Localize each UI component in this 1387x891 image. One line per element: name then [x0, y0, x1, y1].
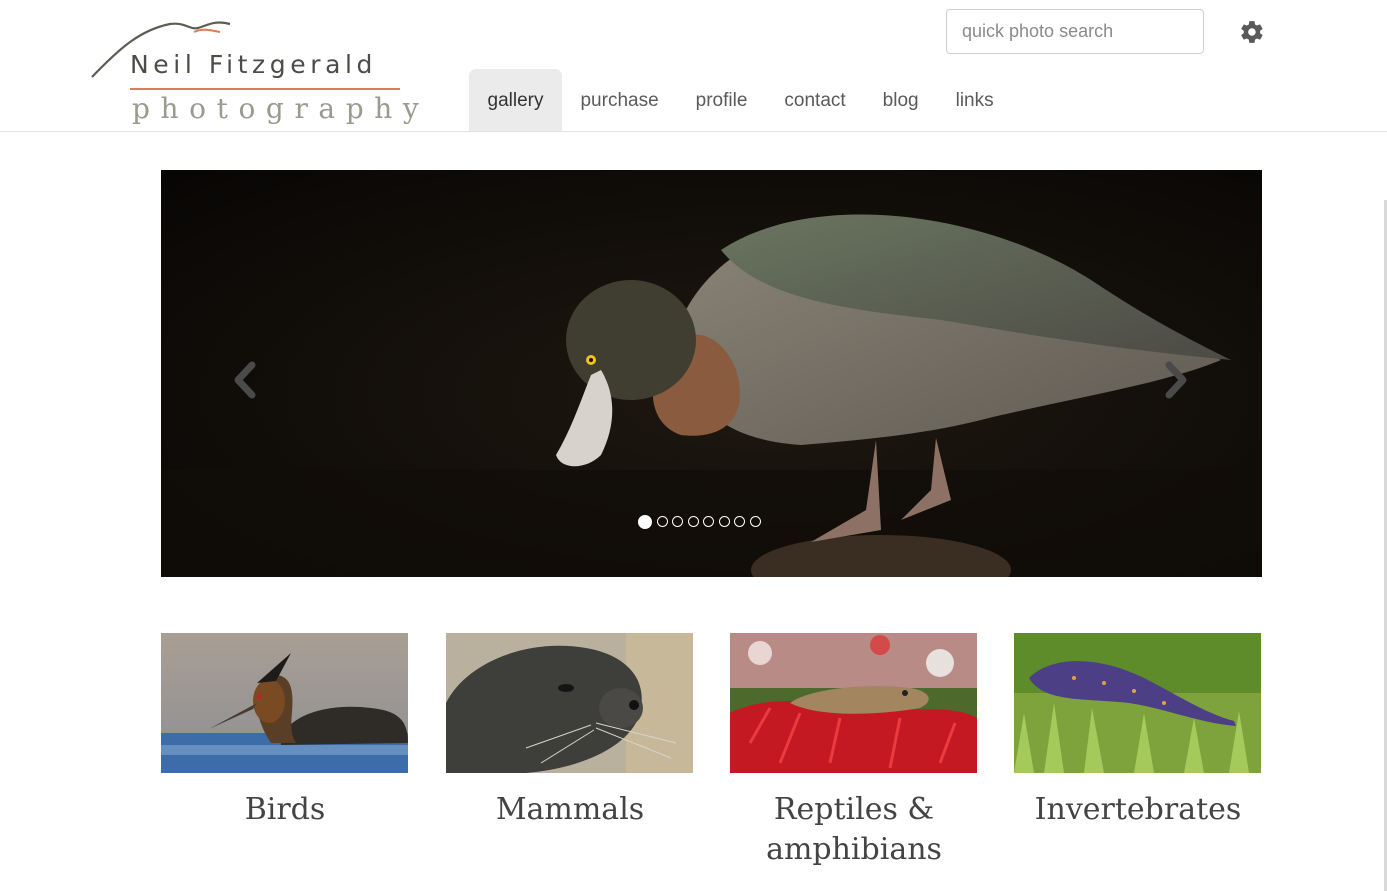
invertebrates-photo [1014, 633, 1261, 773]
hero-carousel[interactable] [161, 170, 1262, 577]
reptiles-photo [730, 633, 977, 773]
main-nav: gallery purchase profile contact blog li… [469, 69, 1012, 131]
carousel-dot-8[interactable] [749, 516, 761, 527]
mammals-photo [446, 633, 693, 773]
nav-contact[interactable]: contact [766, 69, 864, 131]
nav-gallery[interactable]: gallery [469, 69, 562, 131]
carousel-dot-5[interactable] [703, 516, 714, 527]
birds-photo [161, 633, 408, 773]
quick-search-input[interactable] [946, 9, 1204, 54]
logo-name: Neil Fitzgerald [130, 50, 378, 79]
nav-profile[interactable]: profile [677, 69, 766, 131]
category-label-invertebrates[interactable]: Invertebrates [1008, 790, 1268, 830]
carousel-indicators [638, 514, 761, 529]
chevron-right-icon[interactable] [1155, 355, 1195, 405]
carousel-dot-2[interactable] [656, 516, 668, 527]
carousel-dot-6[interactable] [718, 516, 730, 527]
category-label-birds[interactable]: Birds [155, 790, 415, 830]
carousel-dot-1[interactable] [638, 514, 652, 529]
category-label-mammals[interactable]: Mammals [440, 790, 700, 830]
category-label-reptiles-amphibians[interactable]: Reptiles & amphibians [724, 790, 984, 870]
chevron-left-icon[interactable] [226, 355, 266, 405]
logo-divider [130, 88, 400, 90]
nav-links[interactable]: links [937, 69, 1012, 131]
carousel-dot-7[interactable] [734, 516, 745, 527]
category-thumb-invertebrates[interactable] [1014, 633, 1261, 773]
category-thumb-reptiles[interactable] [730, 633, 977, 773]
category-thumb-birds[interactable] [161, 633, 408, 773]
nav-purchase[interactable]: purchase [562, 69, 677, 131]
nav-blog[interactable]: blog [864, 69, 937, 131]
gear-icon[interactable] [1239, 19, 1265, 45]
site-logo[interactable]: Neil Fitzgerald photography [90, 18, 419, 128]
category-thumb-mammals[interactable] [446, 633, 693, 773]
logo-tagline: photography [132, 92, 430, 125]
site-header: Neil Fitzgerald photography gallery purc… [0, 0, 1387, 132]
carousel-dot-3[interactable] [672, 516, 683, 527]
carousel-dot-4[interactable] [687, 516, 699, 527]
